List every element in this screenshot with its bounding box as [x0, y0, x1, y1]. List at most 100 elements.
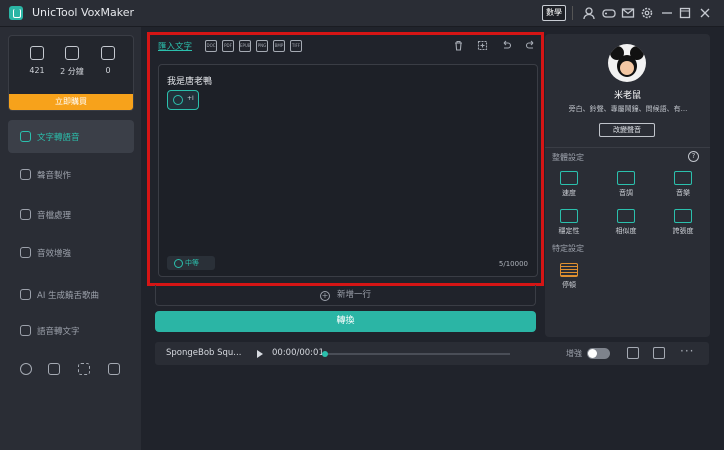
toolbox-icon[interactable] — [108, 363, 120, 375]
gamepad-icon[interactable] — [602, 6, 616, 20]
export-icon[interactable] — [627, 347, 639, 359]
stat-duration: 2 分鐘 — [57, 46, 87, 77]
convert-button[interactable]: 轉換 — [155, 311, 536, 332]
setting-pitch[interactable]: 音調 — [606, 171, 646, 198]
stat-voices: 0 — [93, 46, 123, 75]
title-bar: UnicTool VoxMaker 數學 — [0, 0, 724, 27]
sidebar: 421 2 分鐘 0 立即購買 文字轉語音 聲音製作 音檔處理 音效增強 AI … — [0, 27, 141, 450]
vip-button[interactable]: 數學 — [542, 5, 566, 21]
help-icon[interactable]: ? — [688, 151, 699, 162]
setting-label: 音樂 — [676, 189, 690, 197]
setting-label: 穩定性 — [558, 227, 580, 235]
time-display: 00:00/00:01 — [272, 348, 324, 358]
exaggeration-icon — [674, 209, 692, 223]
stat-characters: 421 — [22, 46, 52, 75]
enhance-label: 增強 — [566, 349, 582, 358]
shuffle-icon[interactable] — [78, 363, 90, 375]
account-stats-card: 421 2 分鐘 0 立即購買 — [8, 35, 134, 111]
user-icon[interactable] — [582, 6, 596, 20]
text-to-speech-icon — [20, 131, 31, 142]
editor-panel: 匯入文字 DOC PDF EPUB PNG BMP TIFF 我是唐老鴨 +I … — [147, 32, 544, 286]
setting-exaggeration[interactable]: 誇張度 — [663, 209, 703, 236]
minimize-icon[interactable] — [660, 6, 674, 20]
more-options-icon[interactable]: ··· — [680, 344, 694, 358]
nav-speech-to-text[interactable]: 語音轉文字 — [8, 314, 134, 347]
ai-rap-icon — [20, 289, 31, 300]
doc-file-icon[interactable]: DOC — [205, 40, 217, 52]
epub-file-icon[interactable]: EPUB — [239, 40, 251, 52]
setting-label: 相似度 — [615, 227, 637, 235]
timer-icon — [65, 46, 79, 60]
plus-circle-icon: + — [319, 291, 330, 301]
similarity-icon — [617, 209, 635, 223]
progress-knob[interactable] — [322, 351, 328, 357]
sidebar-tools — [12, 363, 132, 377]
audio-process-icon — [20, 209, 31, 220]
png-file-icon[interactable]: PNG — [256, 40, 268, 52]
voice-description: 旁白、鈴聲、專屬鬧鐘、問候語、有... — [568, 105, 688, 113]
mail-icon[interactable] — [621, 6, 635, 20]
overall-settings-title: 整體設定 — [552, 153, 584, 162]
voice-name: 米老鼠 — [613, 91, 641, 101]
nav-audio-process[interactable]: 音檔處理 — [8, 198, 134, 231]
audio-player: SpongeBob Squ... 00:00/00:01 增強 ··· — [155, 342, 709, 365]
nav-text-to-speech[interactable]: 文字轉語音 — [8, 120, 134, 153]
pause-label: 停頓 — [562, 281, 576, 289]
trash-icon[interactable] — [453, 40, 464, 51]
speech-to-text-icon — [20, 325, 31, 336]
redo-icon[interactable] — [525, 40, 536, 51]
pitch-icon — [617, 171, 635, 185]
tiff-file-icon[interactable]: TIFF — [290, 40, 302, 52]
nav-label: 音檔處理 — [37, 210, 72, 221]
add-block-icon[interactable] — [477, 40, 488, 51]
text-editor[interactable]: 我是唐老鴨 +I 中等 5/10000 — [158, 64, 538, 277]
speed-level-chip[interactable]: 中等 — [167, 256, 215, 270]
clipboard-icon[interactable] — [653, 347, 665, 359]
voice-make-icon — [20, 169, 31, 180]
nav-audio-enhance[interactable]: 音效增強 — [8, 236, 134, 269]
voice-count-icon — [101, 46, 115, 60]
voice-avatar-icon — [173, 95, 183, 105]
panel-divider — [545, 147, 710, 148]
music-icon — [674, 171, 692, 185]
setting-label: 誇張度 — [672, 227, 694, 235]
add-line-label: 新增一行 — [336, 290, 371, 300]
title-divider — [572, 6, 573, 20]
nav-ai-rap[interactable]: AI 生成饒舌歌曲 — [8, 278, 134, 311]
pause-icon[interactable] — [560, 263, 578, 277]
bmp-file-icon[interactable]: BMP — [273, 40, 285, 52]
nav-label: 音效增強 — [37, 248, 72, 259]
pdf-file-icon[interactable]: PDF — [222, 40, 234, 52]
maximize-icon[interactable] — [678, 6, 692, 20]
play-icon[interactable] — [257, 350, 263, 358]
microphone-icon[interactable] — [20, 363, 32, 375]
voice-chip-label: +I — [187, 95, 194, 102]
setting-music[interactable]: 音樂 — [663, 171, 703, 198]
close-icon[interactable] — [698, 6, 712, 20]
nav-label: 文字轉語音 — [37, 132, 80, 143]
avatar-face — [617, 55, 637, 77]
setting-label: 速度 — [562, 189, 576, 197]
add-line-button[interactable]: + 新增一行 — [155, 285, 536, 306]
voice-avatar[interactable] — [608, 44, 646, 82]
enhance-toggle[interactable] — [587, 348, 610, 359]
setting-stability[interactable]: 穩定性 — [549, 209, 589, 236]
voice-chip[interactable]: +I — [167, 90, 199, 110]
repeat-icon[interactable] — [48, 363, 60, 375]
stability-icon — [560, 209, 578, 223]
undo-icon[interactable] — [501, 40, 512, 51]
specific-settings-title: 特定設定 — [552, 244, 584, 253]
track-name: SpongeBob Squ... — [166, 348, 242, 358]
nav-voice-make[interactable]: 聲音製作 — [8, 158, 134, 191]
settings-gear-icon[interactable] — [640, 6, 654, 20]
app-title: UnicTool VoxMaker — [32, 6, 135, 19]
editor-text[interactable]: 我是唐老鴨 — [167, 74, 212, 87]
buy-now-button[interactable]: 立即購買 — [9, 94, 133, 110]
progress-bar[interactable] — [322, 351, 510, 357]
setting-speed[interactable]: 速度 — [549, 171, 589, 198]
setting-similarity[interactable]: 相似度 — [606, 209, 646, 236]
import-text-link[interactable]: 匯入文字 — [158, 40, 192, 52]
setting-label: 音調 — [619, 189, 633, 197]
char-count-icon — [30, 46, 44, 60]
change-voice-button[interactable]: 改變聲音 — [599, 123, 655, 137]
